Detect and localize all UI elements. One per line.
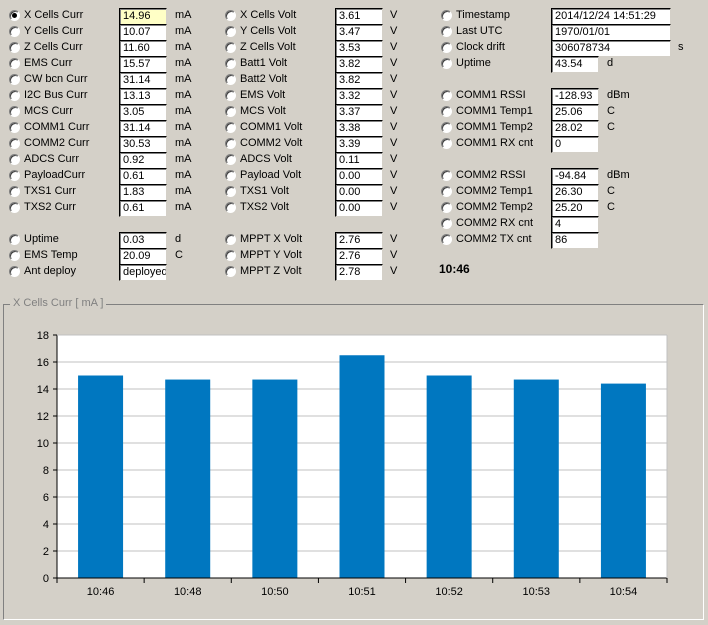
bar-1 (165, 379, 211, 578)
bar-4 (426, 375, 472, 578)
y-tick-label: 12 (37, 411, 49, 423)
x-tick-label: 10:48 (174, 586, 202, 598)
bar-5 (513, 379, 559, 578)
x-tick-label: 10:51 (348, 586, 376, 598)
y-tick-label: 2 (43, 546, 49, 558)
y-tick-label: 4 (43, 519, 49, 531)
x-tick-label: 10:50 (261, 586, 289, 598)
y-tick-label: 0 (43, 573, 49, 585)
bar-chart: 0 2 4 6 8 10 12 14 16 18 10:46 10:48 10:50 10:51 10:52… (37, 330, 668, 598)
y-tick-label: 8 (43, 465, 49, 477)
bar-2 (252, 379, 298, 578)
y-tick-label: 6 (43, 492, 49, 504)
x-tick-label: 10:52 (435, 586, 463, 598)
bar-0 (78, 375, 124, 578)
y-tick-label: 10 (37, 438, 49, 450)
y-tick-label: 18 (37, 330, 49, 342)
y-tick-label: 16 (37, 357, 49, 369)
bar-3 (339, 355, 385, 578)
y-tick-label: 14 (37, 384, 49, 396)
x-tick-label: 10:54 (610, 586, 638, 598)
x-tick-label: 10:46 (87, 586, 115, 598)
bar-6 (600, 383, 646, 578)
x-tick-label: 10:53 (523, 586, 551, 598)
